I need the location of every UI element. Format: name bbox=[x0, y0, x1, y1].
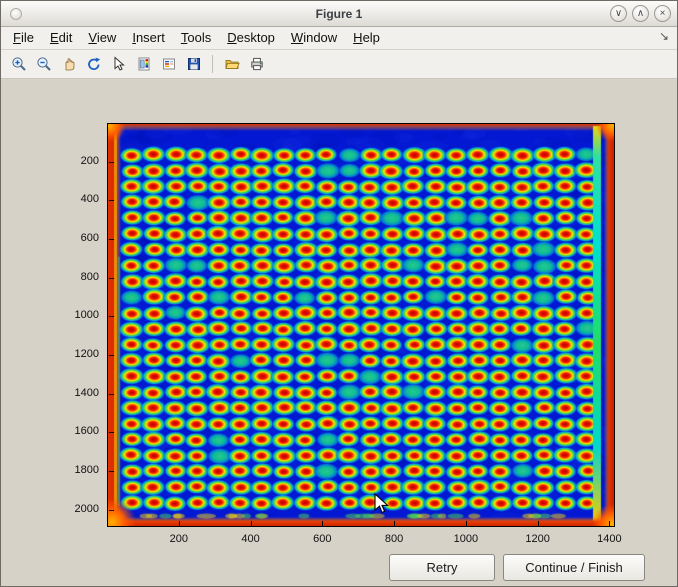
y-tick-mark bbox=[109, 239, 114, 240]
y-tick-mark bbox=[109, 316, 114, 317]
titlebar[interactable]: Figure 1 ∨ ∧ × bbox=[1, 1, 677, 27]
x-tick-mark bbox=[394, 521, 395, 526]
window-controls: ∨ ∧ × bbox=[610, 5, 671, 22]
y-tick-mark bbox=[109, 394, 114, 395]
x-tick-label: 1200 bbox=[518, 533, 558, 545]
y-tick-label: 600 bbox=[59, 232, 99, 244]
figure-canvas-area: 200 400 600 800 1000 1200 1400 1600 1800 2000 200 4… bbox=[1, 79, 678, 587]
toolbar-separator bbox=[212, 55, 213, 73]
pan-button[interactable] bbox=[57, 53, 80, 76]
zoom-in-button[interactable] bbox=[7, 53, 30, 76]
y-tick-label: 200 bbox=[59, 155, 99, 167]
y-tick-label: 1000 bbox=[59, 309, 99, 321]
menu-item-insert[interactable]: Insert bbox=[124, 27, 173, 49]
menubar-overflow-icon[interactable]: ↘ bbox=[659, 29, 669, 43]
figure-toolbar bbox=[1, 50, 677, 79]
mouse-cursor-icon bbox=[374, 493, 390, 515]
y-tick-label: 1200 bbox=[59, 348, 99, 360]
y-tick-label: 800 bbox=[59, 271, 99, 283]
y-tick-label: 1800 bbox=[59, 464, 99, 476]
colorbar-button[interactable] bbox=[132, 53, 155, 76]
print-icon bbox=[249, 56, 265, 72]
x-tick-mark bbox=[322, 521, 323, 526]
y-tick-mark bbox=[109, 162, 114, 163]
y-tick-label: 1600 bbox=[59, 425, 99, 437]
x-tick-mark bbox=[179, 521, 180, 526]
rotate-3d-icon bbox=[86, 56, 102, 72]
menu-item-help[interactable]: Help bbox=[345, 27, 388, 49]
x-tick-mark bbox=[251, 521, 252, 526]
heatmap-image[interactable] bbox=[108, 124, 614, 526]
menu-item-window[interactable]: Window bbox=[283, 27, 345, 49]
retry-button[interactable]: Retry bbox=[389, 554, 495, 581]
pan-hand-icon bbox=[61, 56, 77, 72]
y-tick-mark bbox=[109, 510, 114, 511]
save-icon bbox=[186, 56, 202, 72]
x-tick-label: 800 bbox=[374, 533, 414, 545]
zoom-out-icon bbox=[36, 56, 52, 72]
close-button[interactable]: × bbox=[654, 5, 671, 22]
menu-item-desktop[interactable]: Desktop bbox=[219, 27, 283, 49]
rotate-3d-button[interactable] bbox=[82, 53, 105, 76]
continue-finish-button[interactable]: Continue / Finish bbox=[503, 554, 645, 581]
insert-legend-button[interactable] bbox=[157, 53, 180, 76]
print-button[interactable] bbox=[245, 53, 268, 76]
x-tick-label: 1400 bbox=[589, 533, 629, 545]
y-tick-mark bbox=[109, 200, 114, 201]
colorbar-icon bbox=[136, 56, 152, 72]
x-tick-label: 400 bbox=[231, 533, 271, 545]
open-folder-icon bbox=[224, 56, 240, 72]
data-cursor-icon bbox=[111, 56, 127, 72]
menu-item-edit[interactable]: Edit bbox=[42, 27, 80, 49]
x-tick-label: 200 bbox=[159, 533, 199, 545]
x-tick-label: 1000 bbox=[446, 533, 486, 545]
y-tick-mark bbox=[109, 432, 114, 433]
x-tick-label: 600 bbox=[302, 533, 342, 545]
insert-legend-icon bbox=[161, 56, 177, 72]
menu-item-file[interactable]: File bbox=[5, 27, 42, 49]
y-tick-label: 2000 bbox=[59, 503, 99, 515]
zoom-in-icon bbox=[11, 56, 27, 72]
data-cursor-button[interactable] bbox=[107, 53, 130, 76]
maximize-button[interactable]: ∧ bbox=[632, 5, 649, 22]
menu-item-tools[interactable]: Tools bbox=[173, 27, 219, 49]
x-tick-mark bbox=[466, 521, 467, 526]
shade-button[interactable]: ∨ bbox=[610, 5, 627, 22]
x-tick-mark bbox=[609, 521, 610, 526]
zoom-out-button[interactable] bbox=[32, 53, 55, 76]
menu-item-view[interactable]: View bbox=[80, 27, 124, 49]
save-button[interactable] bbox=[182, 53, 205, 76]
y-tick-mark bbox=[109, 471, 114, 472]
menubar: FileEditViewInsertToolsDesktopWindowHelp… bbox=[1, 27, 677, 50]
menu-items: FileEditViewInsertToolsDesktopWindowHelp bbox=[5, 27, 388, 49]
figure-window: Figure 1 ∨ ∧ × FileEditViewInsertToolsDe… bbox=[0, 0, 678, 587]
y-tick-mark bbox=[109, 278, 114, 279]
y-tick-mark bbox=[109, 355, 114, 356]
open-button[interactable] bbox=[220, 53, 243, 76]
x-tick-mark bbox=[538, 521, 539, 526]
plot-axes[interactable] bbox=[107, 123, 615, 527]
window-title: Figure 1 bbox=[1, 1, 677, 27]
y-tick-label: 1400 bbox=[59, 387, 99, 399]
y-tick-label: 400 bbox=[59, 193, 99, 205]
